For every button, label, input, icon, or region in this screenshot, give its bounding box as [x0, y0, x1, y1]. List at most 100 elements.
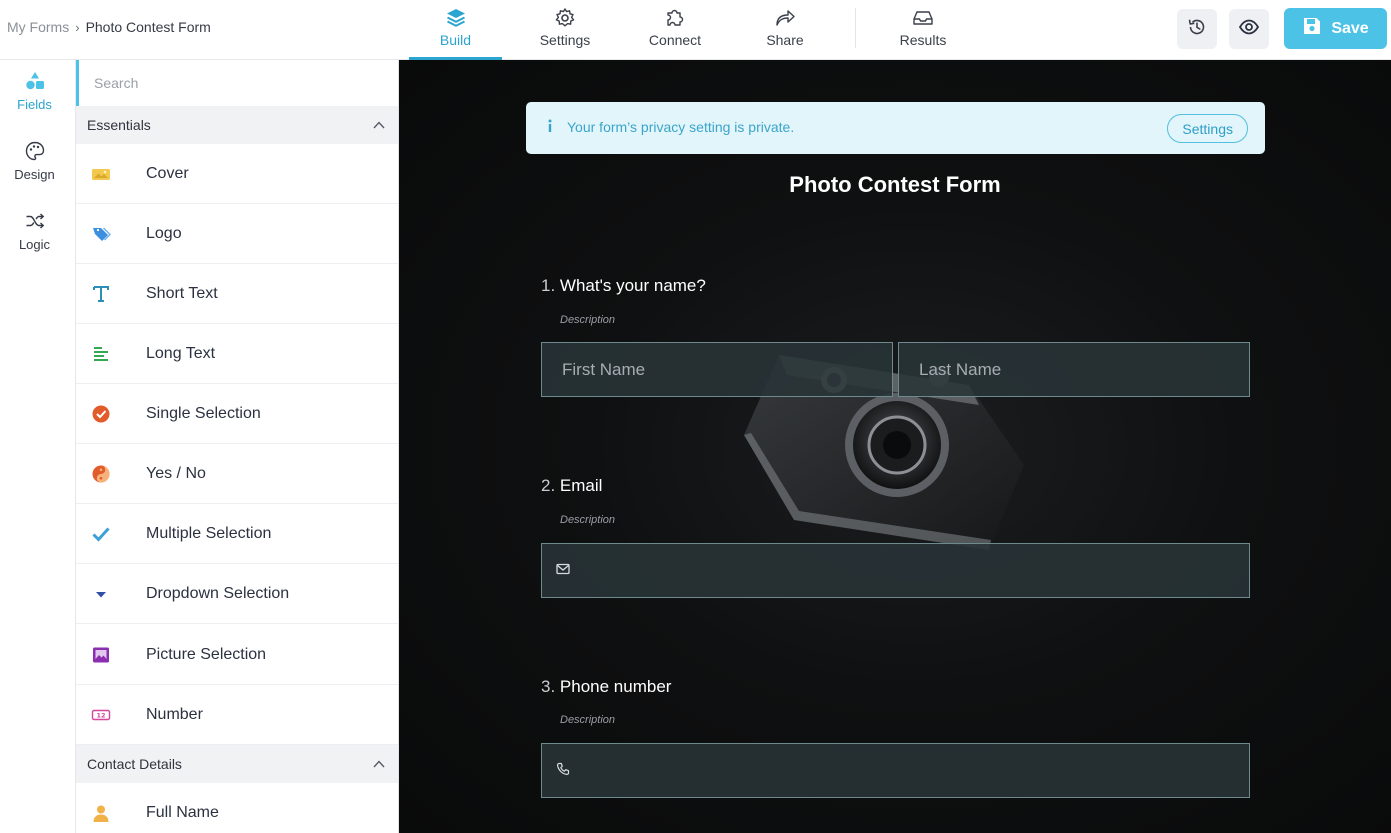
breadcrumb-separator: › [75, 19, 80, 35]
section-contact-details[interactable]: Contact Details [76, 745, 398, 783]
picture-icon [90, 644, 112, 666]
logo-tag-icon [90, 223, 112, 245]
tab-settings-label: Settings [539, 32, 591, 48]
info-icon [544, 118, 556, 139]
first-name-placeholder: First Name [562, 359, 646, 379]
form-canvas: Your form’s privacy setting is private. … [399, 60, 1391, 833]
field-yes-no[interactable]: Yes / No [76, 444, 398, 504]
share-arrow-icon [774, 7, 796, 29]
phone-icon [555, 761, 571, 782]
field-picture-selection[interactable]: Picture Selection [76, 625, 398, 685]
gear-icon [554, 7, 576, 29]
field-multiple-selection[interactable]: Multiple Selection [76, 504, 398, 564]
field-label: Cover [146, 164, 189, 182]
rail-design[interactable]: Design [0, 140, 69, 182]
privacy-notice-message: Your form’s privacy setting is private. [567, 119, 795, 135]
shapes-icon [24, 70, 46, 92]
breadcrumb-current: Photo Contest Form [85, 19, 211, 35]
first-name-input[interactable]: First Name [541, 342, 893, 397]
search-input[interactable] [79, 60, 398, 106]
field-label: Full Name [146, 803, 219, 821]
breadcrumb: My Forms › Photo Contest Form [7, 19, 211, 35]
chevron-up-icon [372, 757, 386, 774]
rail-fields[interactable]: Fields [0, 70, 69, 112]
tab-share[interactable]: Share [740, 0, 830, 60]
tab-connect-label: Connect [648, 32, 702, 48]
field-long-text[interactable]: Long Text [76, 324, 398, 384]
preview-button[interactable] [1229, 9, 1269, 49]
tab-build-label: Build [439, 32, 472, 48]
top-bar: My Forms › Photo Contest Form Build Sett… [0, 0, 1391, 60]
question-1-label[interactable]: 1. What's your name? [541, 276, 706, 296]
section-contact-title: Contact Details [87, 756, 182, 772]
question-number: 1. [541, 276, 556, 295]
field-logo[interactable]: Logo [76, 204, 398, 264]
history-icon [1186, 16, 1208, 43]
svg-text:12: 12 [96, 711, 105, 719]
puzzle-icon [664, 7, 686, 29]
short-text-icon [90, 283, 112, 305]
field-label: Dropdown Selection [146, 584, 290, 602]
field-label: Short Text [146, 284, 218, 302]
tab-settings[interactable]: Settings [520, 0, 610, 60]
field-label: Long Text [146, 344, 216, 362]
last-name-placeholder: Last Name [919, 359, 1002, 379]
question-1-description[interactable]: Description [560, 314, 615, 326]
shuffle-icon [24, 210, 46, 232]
field-label: Logo [146, 224, 182, 242]
floppy-disk-icon [1302, 16, 1322, 41]
field-single-selection[interactable]: Single Selection [76, 384, 398, 444]
envelope-icon [555, 561, 571, 582]
tab-share-label: Share [766, 32, 804, 48]
field-label: Yes / No [146, 464, 206, 482]
breadcrumb-my-forms[interactable]: My Forms [7, 19, 69, 35]
question-2-description[interactable]: Description [560, 514, 615, 526]
tab-results[interactable]: Results [878, 0, 968, 60]
dropdown-icon [90, 583, 112, 605]
checkmark-icon [90, 523, 112, 545]
question-text: Email [559, 476, 603, 495]
field-dropdown-selection[interactable]: Dropdown Selection [76, 564, 398, 624]
section-essentials-title: Essentials [87, 117, 151, 133]
tab-connect[interactable]: Connect [630, 0, 720, 60]
form-title[interactable]: Photo Contest Form [399, 172, 1391, 198]
chevron-up-icon [372, 118, 386, 135]
tab-build[interactable]: Build [409, 0, 502, 60]
question-2-label[interactable]: 2. Email [541, 476, 602, 496]
question-text: Phone number [559, 677, 672, 696]
search-box [76, 60, 398, 106]
rail-logic[interactable]: Logic [0, 210, 69, 252]
save-button[interactable]: Save [1284, 8, 1387, 49]
field-label: Single Selection [146, 404, 261, 422]
question-3-description[interactable]: Description [560, 714, 615, 726]
yes-no-icon [90, 463, 112, 485]
question-text: What's your name? [559, 276, 706, 295]
rail-logic-label: Logic [18, 237, 51, 252]
field-label: Multiple Selection [146, 524, 272, 542]
long-text-icon [90, 343, 112, 365]
nav-divider [855, 8, 856, 48]
rail-design-label: Design [14, 167, 55, 182]
privacy-settings-button[interactable]: Settings [1167, 114, 1248, 143]
phone-input[interactable] [541, 743, 1250, 798]
rail-fields-label: Fields [17, 97, 52, 112]
last-name-input[interactable]: Last Name [898, 342, 1250, 397]
cover-icon [90, 163, 112, 185]
field-cover[interactable]: Cover [76, 144, 398, 204]
privacy-notice: Your form’s privacy setting is private. … [526, 102, 1265, 154]
eye-icon [1238, 16, 1260, 43]
field-full-name[interactable]: Full Name [76, 783, 398, 833]
question-3-label[interactable]: 3. Phone number [541, 677, 671, 697]
question-number: 3. [541, 677, 556, 696]
section-essentials[interactable]: Essentials [76, 106, 398, 144]
layers-icon [445, 7, 467, 29]
email-input[interactable] [541, 543, 1250, 598]
history-button[interactable] [1177, 9, 1217, 49]
tab-results-label: Results [899, 32, 947, 48]
field-short-text[interactable]: Short Text [76, 264, 398, 324]
question-number: 2. [541, 476, 556, 495]
field-label: Picture Selection [146, 645, 267, 663]
single-selection-icon [90, 403, 112, 425]
fields-panel: Essentials Cover Logo Short Text Long Te… [76, 60, 399, 833]
field-number[interactable]: 12 Number [76, 685, 398, 745]
